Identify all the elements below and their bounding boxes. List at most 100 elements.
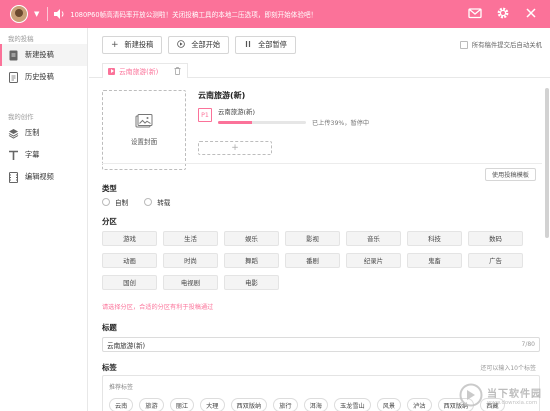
category-option[interactable]: 电影 [224, 275, 279, 290]
type-option-original[interactable]: 自制 [102, 197, 128, 207]
upload-status: 已上传39%，暂停中 [312, 120, 370, 127]
part-name[interactable]: 云南旅游(新) [218, 107, 255, 116]
category-option[interactable]: 影视 [285, 231, 340, 246]
start-all-button[interactable]: 全部开始 [168, 36, 230, 54]
pause-icon [244, 40, 252, 51]
film-edit-icon [8, 171, 19, 183]
auto-shutdown-option[interactable]: 所有稿件提交后自动关机 [459, 40, 542, 49]
tags-hint: 还可以输入10个标签 [480, 365, 536, 372]
recommended-tag[interactable]: 泸沽 [407, 398, 432, 411]
chevron-down-icon[interactable]: ▼ [34, 10, 39, 18]
recommended-tags: 云南 旅游 丽江 大理 西双版纳 旅行 洱海 玉龙雪山 风景 泸沽 西双版纳 西藏 [109, 398, 505, 411]
scrollbar-thumb[interactable] [545, 88, 549, 238]
play-icon [177, 39, 186, 51]
title-input[interactable]: 云南旅游(新) 7/80 [102, 337, 540, 352]
toolbar: + 新建投稿 全部开始 全部暂停 [102, 36, 296, 54]
sidebar-item-new-upload[interactable]: 新建投稿 [0, 44, 87, 66]
logo-icon [459, 383, 483, 407]
category-option[interactable]: 电视剧 [163, 275, 218, 290]
top-bar: ▼ 1080P60帧高清码率开放公测啦！关闭投稿工具的本地二压选项，即刻开始体验… [0, 0, 550, 28]
plus-icon: + [111, 40, 119, 50]
category-option[interactable]: 游戏 [102, 231, 157, 246]
type-options: 自制 转载 [102, 197, 170, 207]
sidebar-item-subtitle[interactable]: 字幕 [0, 144, 87, 166]
speaker-icon [54, 8, 66, 20]
tags-section-title: 标签 [102, 363, 117, 372]
upload-progress-bar [218, 121, 306, 124]
category-section-title: 分区 [102, 217, 117, 226]
category-option[interactable]: 音乐 [346, 231, 401, 246]
sidebar-section-title: 我的投稿 [8, 35, 34, 43]
sidebar-item-label: 压制 [25, 128, 40, 137]
sidebar-item-label: 新建投稿 [25, 50, 54, 59]
recommended-tag[interactable]: 玉龙雪山 [334, 398, 371, 411]
recommended-tags-label: 推荐标签 [109, 384, 134, 391]
watermark-url: www.downxia.com [487, 399, 538, 406]
video-part: P1 云南旅游(新) 已上传39%，暂停中 [198, 106, 428, 132]
sidebar-item-edit-video[interactable]: 编辑视频 [0, 166, 87, 188]
part-number-badge: P1 [198, 108, 212, 122]
tab-draft[interactable]: 云南旅游(新) [102, 63, 188, 78]
image-icon [135, 114, 153, 130]
video-title: 云南旅游(新) [198, 91, 246, 100]
avatar[interactable] [10, 5, 28, 23]
type-section-title: 类型 [102, 184, 117, 193]
category-option[interactable]: 科技 [407, 231, 462, 246]
sidebar-item-compress[interactable]: 压制 [0, 122, 87, 144]
main-panel: + 新建投稿 全部开始 全部暂停 所有稿件提交后自动关机 云南旅游(新) 设置封… [89, 28, 550, 411]
recommended-tag[interactable]: 旅行 [273, 398, 298, 411]
category-hint: 请选择分区，合适的分区有利于投稿通过 [102, 304, 214, 311]
mail-icon[interactable] [468, 6, 482, 20]
sidebar-item-label: 历史投稿 [25, 72, 54, 81]
category-option[interactable]: 广告 [468, 253, 523, 268]
category-option[interactable]: 国创 [102, 275, 157, 290]
auto-shutdown-checkbox[interactable] [459, 40, 468, 49]
video-icon [108, 67, 115, 75]
radio-circle[interactable] [144, 198, 153, 206]
pause-all-button[interactable]: 全部暂停 [235, 36, 296, 54]
close-icon[interactable] [524, 6, 538, 20]
trash-icon[interactable] [174, 67, 181, 75]
watermark-title: 当下软件园 [487, 388, 542, 400]
recommended-tag[interactable]: 云南 [109, 398, 134, 411]
recommended-tag[interactable]: 大理 [200, 398, 225, 411]
title-section-title: 标题 [102, 323, 117, 332]
category-option[interactable]: 纪录片 [346, 253, 401, 268]
category-grid: 游戏 生活 娱乐 影视 音乐 科技 数码动画 时尚 舞蹈 番剧 纪录片 鬼畜 广告国创 电视剧 电影 [102, 231, 532, 290]
add-part-button[interactable]: + [198, 141, 272, 155]
upload-progress-fill [218, 121, 253, 124]
notice-text[interactable]: 1080P60帧高清码率开放公测啦！关闭投稿工具的本地二压选项，即刻开始体验吧！ [70, 9, 317, 19]
layers-icon [8, 128, 19, 139]
sidebar-item-label: 字幕 [25, 150, 40, 159]
category-option[interactable]: 动画 [102, 253, 157, 268]
type-option-repost[interactable]: 转载 [144, 197, 170, 207]
recommended-tag[interactable]: 西双版纳 [230, 398, 268, 411]
title-char-count: 7/80 [521, 341, 535, 348]
category-option[interactable]: 数码 [468, 231, 523, 246]
subtitle-icon [8, 150, 19, 161]
recommended-tag[interactable]: 洱海 [303, 398, 328, 411]
sidebar-item-label: 编辑视频 [25, 172, 54, 181]
divider [47, 7, 49, 21]
recommended-tag[interactable]: 丽江 [169, 398, 195, 411]
radio-circle[interactable] [102, 198, 110, 206]
sidebar-item-history[interactable]: 历史投稿 [0, 66, 87, 88]
category-option[interactable]: 番剧 [285, 253, 340, 268]
category-option[interactable]: 生活 [163, 231, 218, 246]
recommended-tag[interactable]: 旅游 [139, 398, 164, 411]
category-option[interactable]: 时尚 [163, 253, 218, 268]
new-upload-button[interactable]: + 新建投稿 [102, 36, 163, 54]
watermark: 当下软件园 www.downxia.com [459, 383, 542, 407]
divider [102, 163, 542, 164]
sidebar: 我的投稿 新建投稿 历史投稿 我的创作 压制 字幕 编辑视频 [0, 28, 88, 411]
title-input-value: 云南旅游(新) [107, 341, 146, 350]
settings-icon[interactable] [496, 6, 510, 20]
history-doc-icon [8, 71, 19, 83]
category-option[interactable]: 娱乐 [224, 231, 279, 246]
sidebar-section-title: 我的创作 [8, 113, 34, 121]
use-template-button[interactable]: 使用投稿模板 [484, 168, 536, 181]
recommended-tag[interactable]: 风景 [376, 398, 402, 411]
set-cover-button[interactable]: 设置封面 [102, 90, 186, 170]
category-option[interactable]: 鬼畜 [407, 253, 462, 268]
category-option[interactable]: 舞蹈 [224, 253, 279, 268]
